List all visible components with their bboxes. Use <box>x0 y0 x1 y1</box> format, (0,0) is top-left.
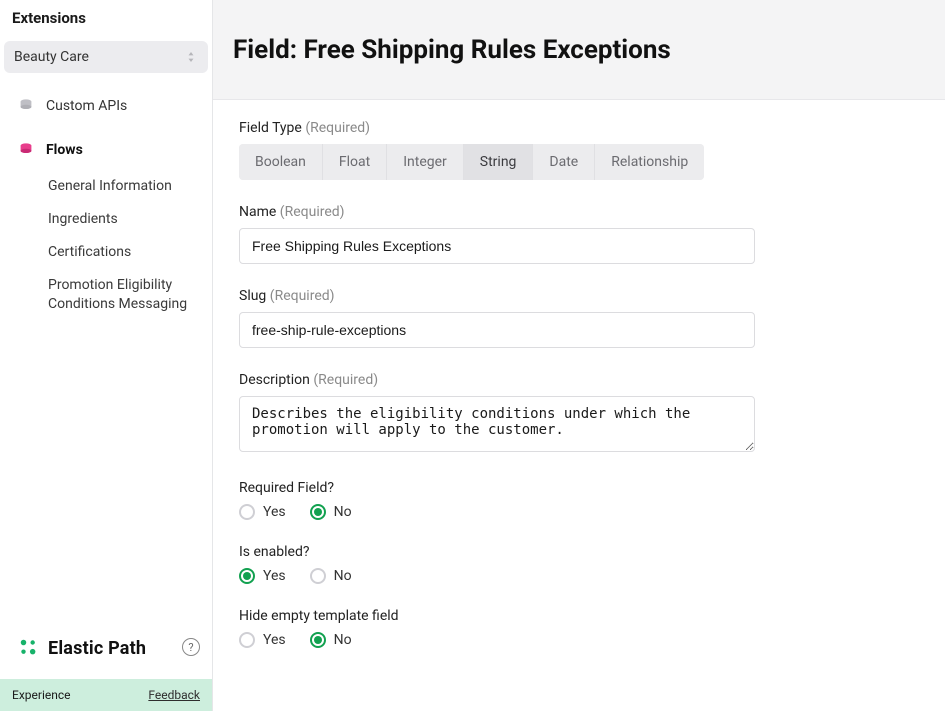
slug-group: Slug (Required) <box>239 288 921 348</box>
form-content: Field Type (Required) Boolean Float Inte… <box>213 100 945 711</box>
sidebar-title: Extensions <box>0 0 212 35</box>
sidebar-item-flows[interactable]: Flows <box>0 135 212 165</box>
radio-label: Yes <box>263 632 286 648</box>
feedback-link[interactable]: Feedback <box>148 688 200 702</box>
required-field-yes[interactable]: Yes <box>239 504 286 520</box>
sidebar-subnav: General Information Ingredients Certific… <box>0 165 212 319</box>
is-enabled-label: Is enabled? <box>239 544 921 560</box>
radio-label: Yes <box>263 568 286 584</box>
description-label: Description (Required) <box>239 372 921 388</box>
bottom-bar-left: Experience <box>12 688 71 702</box>
field-type-option-float[interactable]: Float <box>323 144 387 180</box>
brand: Elastic Path <box>18 637 146 659</box>
required-text: (Required) <box>313 372 378 388</box>
radio-label: No <box>334 504 352 520</box>
store-selector-label: Beauty Care <box>14 49 89 65</box>
name-input[interactable] <box>239 228 755 264</box>
hide-empty-group: Hide empty template field Yes No <box>239 608 921 648</box>
required-field-no[interactable]: No <box>310 504 352 520</box>
sidebar-item-label: Flows <box>46 142 83 158</box>
hide-empty-yes[interactable]: Yes <box>239 632 286 648</box>
sidebar-item-custom-apis[interactable]: Custom APIs <box>0 91 212 121</box>
page-title: Field: Free Shipping Rules Exceptions <box>233 35 671 65</box>
brand-name: Elastic Path <box>48 638 146 659</box>
sidebar-nav: Custom APIs Flows General Information In… <box>0 77 212 319</box>
radio-icon <box>239 568 255 584</box>
field-type-group: Field Type (Required) Boolean Float Inte… <box>239 120 921 180</box>
field-type-option-integer[interactable]: Integer <box>387 144 464 180</box>
required-field-group: Required Field? Yes No <box>239 480 921 520</box>
is-enabled-yes[interactable]: Yes <box>239 568 286 584</box>
field-type-option-string[interactable]: String <box>464 144 534 180</box>
sidebar-sub-ingredients[interactable]: Ingredients <box>44 204 212 235</box>
sidebar-sub-promo-eligibility[interactable]: Promotion Eligibility Conditions Messagi… <box>44 270 212 320</box>
sidebar-bottom-bar: Experience Feedback <box>0 679 212 711</box>
description-group: Description (Required) <box>239 372 921 456</box>
database-pink-icon <box>16 140 36 160</box>
hide-empty-radios: Yes No <box>239 632 921 648</box>
sidebar-item-label: Custom APIs <box>46 98 127 114</box>
hide-empty-label: Hide empty template field <box>239 608 921 624</box>
radio-icon <box>239 632 255 648</box>
radio-label: No <box>334 568 352 584</box>
field-type-option-relationship[interactable]: Relationship <box>595 144 704 180</box>
radio-icon <box>310 568 326 584</box>
required-text: (Required) <box>305 120 370 136</box>
required-field-label: Required Field? <box>239 480 921 496</box>
field-type-segmented: Boolean Float Integer String Date Relati… <box>239 144 704 180</box>
hide-empty-no[interactable]: No <box>310 632 352 648</box>
help-icon[interactable]: ? <box>182 638 200 656</box>
sidebar-sub-certifications[interactable]: Certifications <box>44 237 212 268</box>
main: Field: Free Shipping Rules Exceptions Fi… <box>212 0 945 711</box>
radio-icon <box>310 632 326 648</box>
database-gray-icon <box>16 96 36 116</box>
radio-label: No <box>334 632 352 648</box>
radio-icon <box>310 504 326 520</box>
brand-logo-icon <box>18 637 40 659</box>
sidebar-sub-general-information[interactable]: General Information <box>44 171 212 202</box>
sidebar: Extensions Beauty Care Custom APIs <box>0 0 212 711</box>
required-text: (Required) <box>270 288 335 304</box>
radio-icon <box>239 504 255 520</box>
description-input[interactable] <box>239 396 755 452</box>
required-text: (Required) <box>280 204 345 220</box>
field-type-option-date[interactable]: Date <box>533 144 595 180</box>
required-field-radios: Yes No <box>239 504 921 520</box>
name-group: Name (Required) <box>239 204 921 264</box>
slug-label: Slug (Required) <box>239 288 921 304</box>
is-enabled-radios: Yes No <box>239 568 921 584</box>
store-selector[interactable]: Beauty Care <box>4 41 208 73</box>
field-type-label-text: Field Type <box>239 120 302 136</box>
field-type-label: Field Type (Required) <box>239 120 921 136</box>
chevron-sort-icon <box>184 50 198 64</box>
description-label-text: Description <box>239 372 310 388</box>
is-enabled-no[interactable]: No <box>310 568 352 584</box>
name-label: Name (Required) <box>239 204 921 220</box>
name-label-text: Name <box>239 204 276 220</box>
page-header: Field: Free Shipping Rules Exceptions <box>213 0 945 100</box>
slug-input[interactable] <box>239 312 755 348</box>
field-type-option-boolean[interactable]: Boolean <box>239 144 323 180</box>
radio-label: Yes <box>263 504 286 520</box>
slug-label-text: Slug <box>239 288 266 304</box>
is-enabled-group: Is enabled? Yes No <box>239 544 921 584</box>
